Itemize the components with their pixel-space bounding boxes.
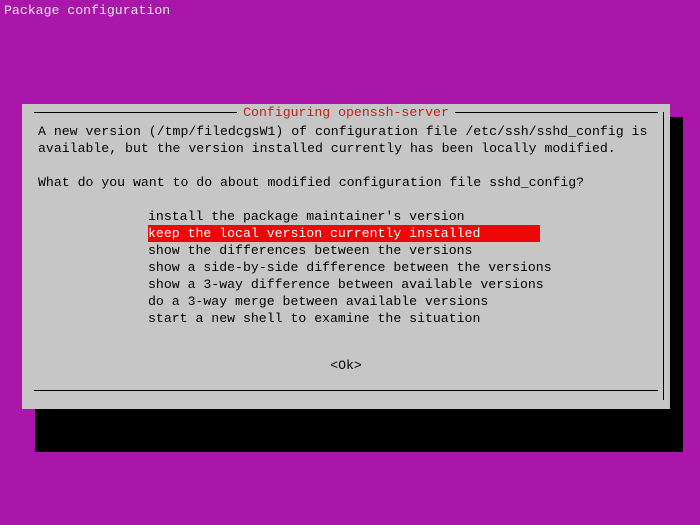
options-list: install the package maintainer's version… <box>38 208 654 327</box>
option-install-maintainer[interactable]: install the package maintainer's version <box>148 208 465 225</box>
option-3way-merge[interactable]: do a 3-way merge between available versi… <box>148 293 488 310</box>
dialog-frame-bottom <box>34 390 658 391</box>
frame-side-right <box>663 112 664 400</box>
message-line-2: available, but the version installed cur… <box>38 140 654 157</box>
ok-row: <Ok> <box>38 357 654 374</box>
option-show-diff[interactable]: show the differences between the version… <box>148 242 472 259</box>
option-3way-diff[interactable]: show a 3-way difference between availabl… <box>148 276 544 293</box>
option-side-by-side-diff[interactable]: show a side-by-side difference between t… <box>148 259 552 276</box>
screen-title: Package configuration <box>4 2 170 19</box>
dialog-frame-top: Configuring openssh-server <box>34 104 658 121</box>
option-new-shell[interactable]: start a new shell to examine the situati… <box>148 310 480 327</box>
dialog-title: Configuring openssh-server <box>237 104 455 121</box>
option-keep-local[interactable]: keep the local version currently install… <box>148 225 540 242</box>
ok-button[interactable]: <Ok> <box>330 357 362 374</box>
frame-line-right <box>455 112 658 113</box>
frame-line-left <box>34 112 237 113</box>
spacer <box>38 157 654 174</box>
spacer <box>38 191 654 208</box>
question-text: What do you want to do about modified co… <box>38 174 654 191</box>
config-dialog: Configuring openssh-server A new version… <box>22 104 670 409</box>
dialog-body: A new version (/tmp/filedcgsW1) of confi… <box>34 121 658 374</box>
message-line-1: A new version (/tmp/filedcgsW1) of confi… <box>38 123 654 140</box>
